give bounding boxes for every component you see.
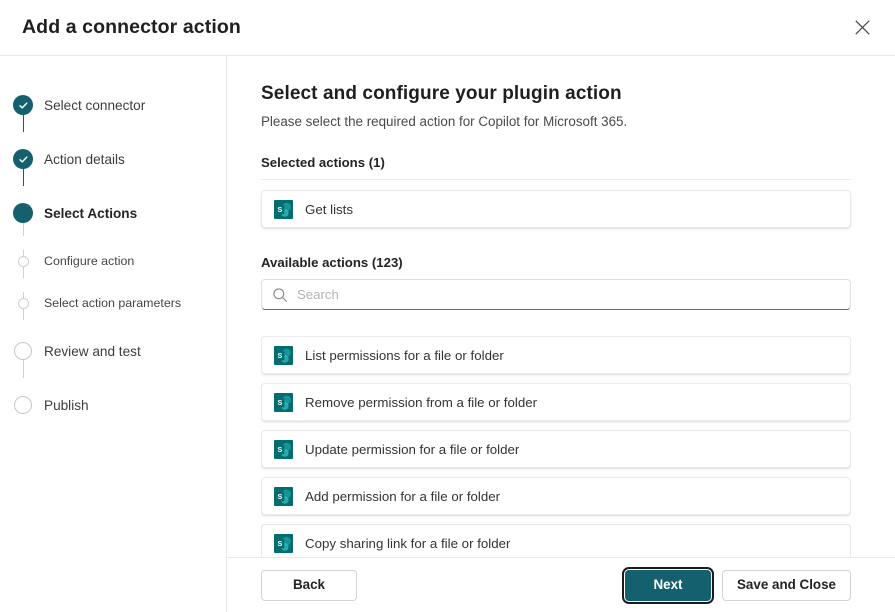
footer-primary-actions: Next Save and Close: [622, 566, 851, 604]
close-icon: [854, 20, 870, 35]
section-divider: [261, 179, 851, 180]
action-label: Get lists: [305, 201, 354, 217]
dialog-title: Add a connector action: [22, 15, 241, 38]
close-button[interactable]: [845, 11, 879, 45]
available-action-row[interactable]: S Add permission for a file or folder: [261, 477, 851, 515]
step-label: Action details: [44, 151, 125, 167]
action-label: Copy sharing link for a file or folder: [305, 535, 511, 551]
sidebar-step-select-actions[interactable]: Select Actions: [0, 186, 226, 240]
wizard-stepper: Select connector Action details Select A…: [0, 56, 227, 612]
sharepoint-icon: S: [274, 199, 293, 219]
sharepoint-icon: S: [274, 439, 293, 459]
step-label: Select Actions: [44, 205, 138, 221]
search-icon: [273, 287, 287, 302]
svg-text:S: S: [277, 350, 282, 359]
step-complete-icon: [13, 95, 33, 115]
svg-text:S: S: [277, 538, 282, 547]
svg-text:S: S: [277, 444, 282, 453]
sidebar-step-review-and-test[interactable]: Review and test: [0, 324, 226, 378]
step-marker: [12, 94, 34, 116]
step-pending-icon: [14, 396, 32, 414]
step-label: Select action parameters: [44, 296, 182, 310]
selected-action-row[interactable]: S Get lists: [261, 190, 851, 228]
step-pending-icon: [14, 342, 32, 360]
selected-actions-label: Selected actions (1): [261, 155, 385, 170]
step-label: Select connector: [44, 97, 146, 113]
action-label: Add permission for a file or folder: [305, 488, 501, 504]
dialog-body: Select connector Action details Select A…: [0, 56, 895, 612]
step-pending-icon: [17, 297, 29, 309]
sharepoint-icon: S: [274, 533, 293, 553]
svg-text:S: S: [277, 204, 282, 213]
step-marker: [12, 250, 34, 272]
action-label: List permissions for a file or folder: [305, 347, 504, 363]
step-marker: [12, 202, 34, 224]
page-title: Select and configure your plugin action: [261, 83, 622, 104]
step-label: Configure action: [44, 254, 135, 268]
available-actions-label: Available actions (123): [261, 255, 403, 270]
action-label: Remove permission from a file or folder: [305, 394, 538, 410]
step-complete-icon: [13, 149, 33, 169]
step-marker: [12, 148, 34, 170]
sidebar-step-select-connector[interactable]: Select connector: [0, 78, 226, 132]
step-pending-icon: [17, 255, 29, 267]
available-action-row[interactable]: S Copy sharing link for a file or folder: [261, 524, 851, 557]
next-button[interactable]: Next: [622, 566, 714, 604]
available-action-row[interactable]: S Update permission for a file or folder: [261, 430, 851, 468]
sharepoint-icon: S: [274, 392, 293, 412]
page-subtitle: Please select the required action for Co…: [261, 114, 628, 129]
svg-text:S: S: [277, 491, 282, 500]
sharepoint-icon: S: [274, 345, 293, 365]
available-action-row[interactable]: S List permissions for a file or folder: [261, 336, 851, 374]
checkmark-icon: [18, 155, 27, 163]
dialog-header: Add a connector action: [0, 0, 895, 56]
search-box[interactable]: [261, 279, 851, 310]
main-scroll-area[interactable]: Select and configure your plugin action …: [227, 56, 895, 557]
checkmark-icon: [18, 101, 27, 109]
sidebar-step-publish[interactable]: Publish: [0, 378, 226, 432]
step-label: Publish: [44, 397, 89, 413]
step-marker: [12, 292, 34, 314]
dialog-footer: Back Next Save and Close: [227, 557, 895, 612]
add-connector-action-dialog: Add a connector action Select connector …: [0, 0, 895, 612]
sidebar-step-configure-action[interactable]: Configure action: [0, 240, 226, 282]
sidebar-step-action-details[interactable]: Action details: [0, 132, 226, 186]
save-and-close-button[interactable]: Save and Close: [722, 569, 851, 601]
svg-text:S: S: [277, 397, 282, 406]
step-marker: [12, 340, 34, 362]
main-panel: Select and configure your plugin action …: [227, 56, 895, 612]
back-button[interactable]: Back: [261, 569, 357, 601]
action-label: Update permission for a file or folder: [305, 441, 520, 457]
step-current-icon: [13, 203, 33, 223]
available-actions-list[interactable]: S List permissions for a file or folder …: [261, 336, 851, 557]
step-marker: [12, 394, 34, 416]
search-input[interactable]: [297, 280, 840, 309]
available-action-row[interactable]: S Remove permission from a file or folde…: [261, 383, 851, 421]
step-label: Review and test: [44, 343, 141, 359]
sidebar-step-select-action-parameters[interactable]: Select action parameters: [0, 282, 226, 324]
sharepoint-icon: S: [274, 486, 293, 506]
